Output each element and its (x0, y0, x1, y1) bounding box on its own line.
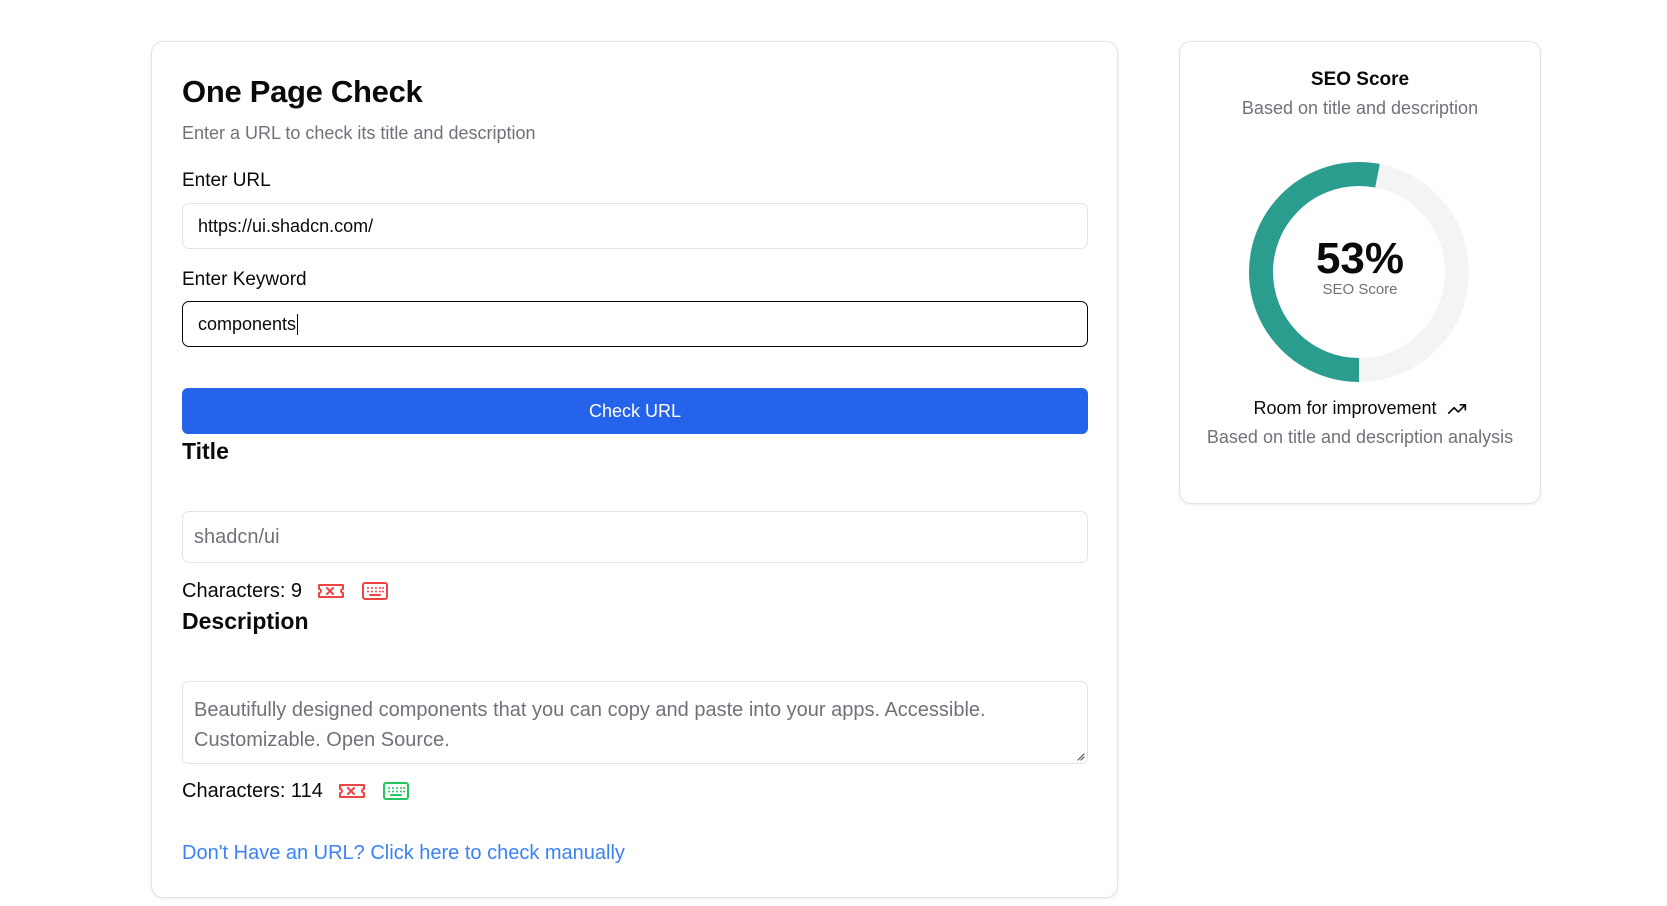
one-page-check-card: One Page Check Enter a URL to check its … (151, 41, 1118, 898)
page-title: One Page Check (182, 74, 423, 109)
seo-score-gauge-label: SEO Score (1322, 281, 1398, 298)
title-char-count-row: Characters: 9 (182, 579, 390, 603)
title-section-heading: Title (182, 438, 229, 464)
page-subtitle: Enter a URL to check its title and descr… (182, 123, 536, 143)
description-section-heading: Description (182, 608, 309, 634)
trending-up-icon (1447, 403, 1466, 414)
score-caption: Based on title and description analysis (1206, 427, 1514, 447)
check-manually-link[interactable]: Don't Have an URL? Click here to check m… (182, 842, 625, 865)
description-char-count: Characters: 114 (182, 779, 323, 802)
ticket-x-icon (316, 579, 346, 603)
title-output-field[interactable]: shadcn/ui (182, 511, 1088, 563)
check-url-button[interactable]: Check URL (182, 388, 1088, 434)
ticket-x-icon (337, 779, 367, 803)
keyword-input[interactable]: components (182, 301, 1088, 347)
score-card-subtitle: Based on title and description (1241, 98, 1479, 118)
text-caret (297, 313, 299, 335)
score-card-title: SEO Score (1310, 69, 1410, 90)
url-input[interactable]: https://ui.shadcn.com/ (182, 203, 1088, 249)
url-input-value: https://ui.shadcn.com/ (198, 215, 374, 236)
title-char-count: Characters: 9 (182, 579, 303, 602)
title-output-value: shadcn/ui (194, 525, 280, 548)
keyboard-icon (381, 779, 411, 803)
trend-text: Room for improvement (1253, 398, 1437, 418)
description-output-field[interactable]: Beautifully designed components that you… (182, 681, 1088, 764)
keyword-input-value: components (198, 313, 297, 334)
url-label: Enter URL (182, 170, 271, 191)
trend-row: Room for improvement (1180, 398, 1540, 419)
keyboard-icon (360, 579, 390, 603)
keyword-label: Enter Keyword (182, 269, 307, 290)
resize-handle-icon[interactable] (1075, 751, 1085, 761)
seo-score-value: 53% (1315, 234, 1405, 283)
description-output-value: Beautifully designed components that you… (194, 699, 986, 751)
description-char-count-row: Characters: 114 (182, 779, 411, 803)
seo-score-card: SEO Score Based on title and description… (1179, 41, 1541, 504)
